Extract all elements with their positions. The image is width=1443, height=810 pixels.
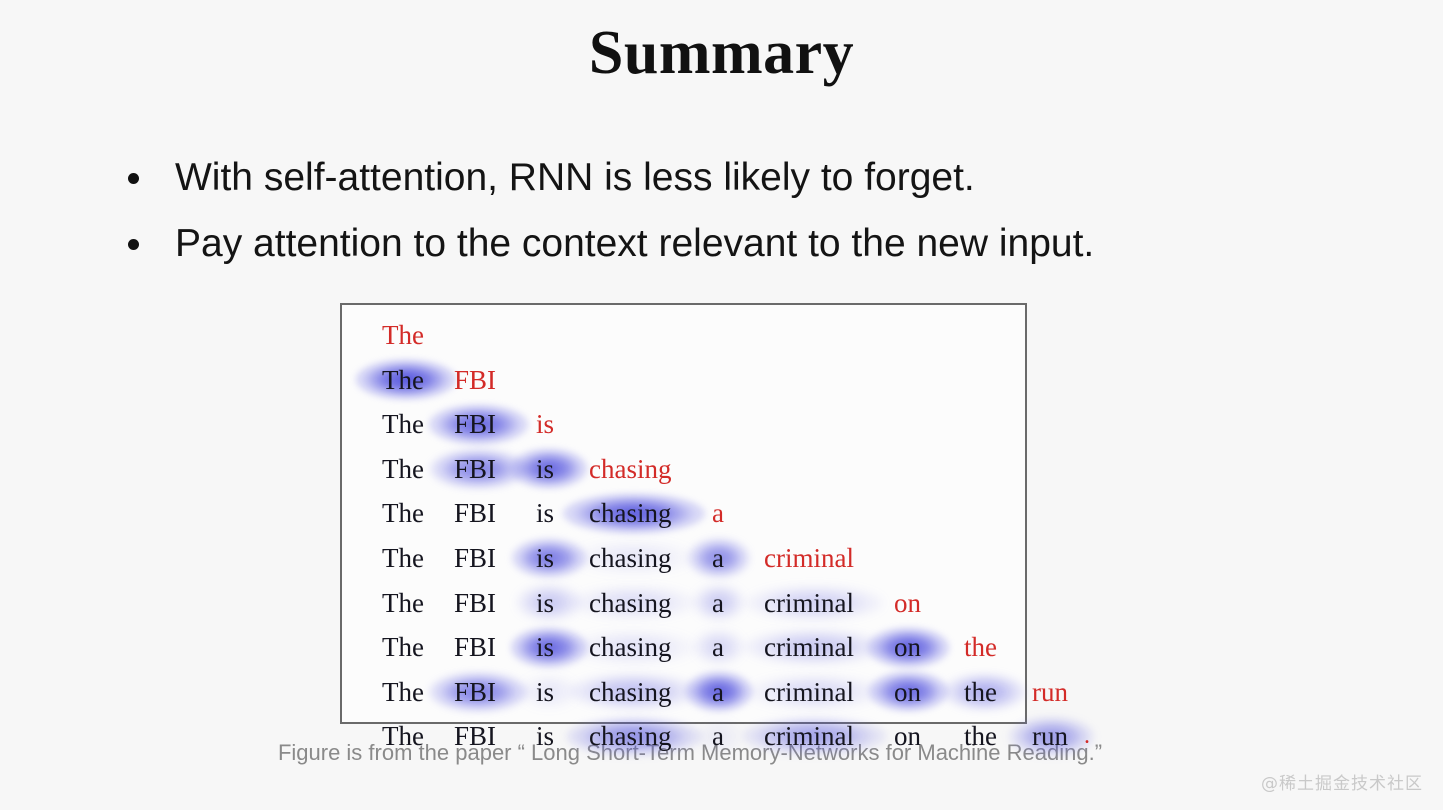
attention-token: run [1032, 721, 1068, 752]
attention-token: criminal [764, 676, 854, 707]
attention-token: The [382, 542, 424, 573]
attention-token: The [382, 632, 424, 663]
attention-token: on [894, 587, 921, 618]
attention-token: is [536, 453, 555, 484]
attention-token: is [536, 498, 555, 529]
attention-token: . [1084, 723, 1090, 750]
watermark: @稀土掘金技术社区 [1261, 774, 1423, 794]
attention-token: FBI [454, 498, 497, 529]
page-title: Summary [588, 19, 855, 87]
attention-token: chasing [589, 632, 672, 663]
attention-token: a [712, 721, 724, 752]
attention-token: criminal [764, 632, 854, 663]
attention-token: The [382, 320, 424, 350]
bullet-dot-icon [128, 173, 139, 184]
attention-row: The FBI is chasing a criminal on the [364, 625, 1025, 670]
attention-token: chasing [589, 587, 672, 618]
attention-token: The [382, 498, 424, 529]
attention-token: a [712, 587, 724, 618]
attention-token: run [1032, 676, 1068, 707]
attention-token: The [382, 676, 424, 707]
attention-token: on [894, 721, 921, 752]
attention-token: a [712, 542, 724, 573]
attention-row: The FBI is chasing [364, 447, 1025, 492]
attention-token: The [382, 409, 424, 440]
attention-row: The FBI is chasing a criminal on the run [364, 670, 1068, 715]
attention-token: a [712, 498, 724, 529]
attention-token: on [894, 632, 921, 663]
list-item: With self-attention, RNN is less likely … [128, 152, 1278, 204]
list-item: Pay attention to the context relevant to… [128, 218, 1278, 270]
attention-token: criminal [764, 721, 854, 752]
attention-token: FBI [454, 364, 497, 395]
attention-token: a [712, 676, 724, 707]
bullet-list: With self-attention, RNN is less likely … [128, 152, 1278, 284]
attention-token: criminal [764, 542, 854, 573]
attention-row: The FBI is chasing a criminal [364, 536, 1025, 581]
attention-row: The FBI is chasing a criminal on [364, 581, 1025, 626]
attention-token: is [536, 542, 555, 573]
attention-figure: The The FBI The FBI is The FBI is chasing The FBI is… [340, 303, 1094, 756]
attention-token: chasing [589, 498, 672, 529]
bullet-dot-icon [128, 239, 139, 250]
attention-token: the [964, 632, 997, 663]
attention-token: chasing [589, 453, 672, 484]
bullet-text: With self-attention, RNN is less likely … [175, 156, 975, 199]
attention-token: a [712, 632, 724, 663]
attention-token: FBI [454, 721, 497, 752]
attention-token: is [536, 587, 555, 618]
attention-token: FBI [454, 409, 497, 440]
attention-token: FBI [454, 542, 497, 573]
attention-row: The FBI [354, 358, 1025, 403]
attention-token: chasing [589, 542, 672, 573]
attention-token: the [964, 721, 997, 752]
attention-token: The [382, 453, 424, 484]
slide-canvas: Summary With self-attention, RNN is less… [0, 0, 1443, 810]
attention-token: FBI [454, 676, 497, 707]
attention-row: The [364, 313, 1025, 358]
attention-token: is [536, 409, 555, 440]
attention-token: FBI [454, 453, 497, 484]
attention-token: is [536, 676, 555, 707]
attention-token: FBI [454, 632, 497, 663]
attention-token: on [894, 676, 921, 707]
attention-token: The [382, 721, 424, 752]
bullet-text: Pay attention to the context relevant to… [175, 222, 1095, 265]
attention-row: The FBI is chasing a [364, 491, 1025, 536]
attention-token: The [382, 364, 424, 395]
figure-caption: Figure is from the paper “ Long Short-Te… [277, 740, 1103, 765]
attention-token: is [536, 721, 555, 752]
attention-token: criminal [764, 587, 854, 618]
attention-token: the [964, 676, 997, 707]
attention-token: chasing [589, 676, 672, 707]
attention-row: The FBI is [364, 402, 1025, 447]
attention-token: is [536, 632, 555, 663]
attention-token: FBI [454, 587, 497, 618]
attention-token: chasing [589, 721, 672, 752]
attention-token: The [382, 587, 424, 618]
